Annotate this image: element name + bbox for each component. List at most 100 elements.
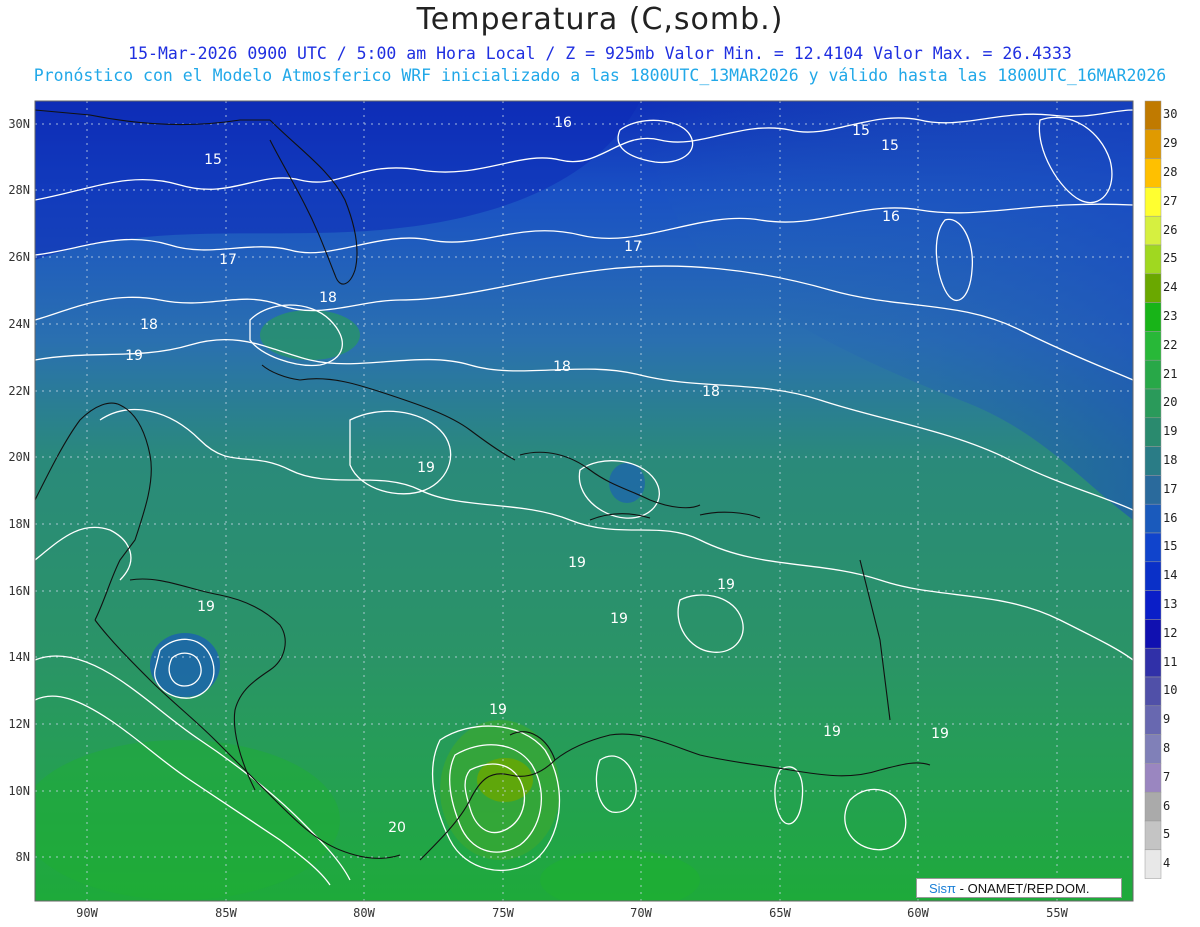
colorbar-label: 17	[1163, 481, 1178, 496]
lon-label: 90W	[76, 906, 98, 920]
lat-label: 26N	[8, 250, 30, 264]
colorbar-swatch	[1144, 849, 1162, 879]
colorbar-label: 26	[1163, 222, 1178, 237]
lon-label: 65W	[769, 906, 791, 920]
colorbar-label: 12	[1163, 625, 1178, 640]
contour-label: 19	[417, 460, 435, 476]
colorbar-label: 27	[1163, 193, 1178, 208]
contour-label: 19	[931, 726, 949, 742]
lat-label: 18N	[8, 517, 30, 531]
contour-label: 18	[702, 384, 720, 400]
contour-label: 15	[881, 138, 899, 154]
colorbar-swatch	[1144, 187, 1162, 217]
colorbar-label: 20	[1163, 395, 1178, 410]
colorbar-label: 7	[1163, 769, 1171, 784]
contour-label: 18	[553, 359, 571, 375]
lat-label: 30N	[8, 117, 30, 131]
lon-label: 80W	[353, 906, 375, 920]
lon-label: 85W	[215, 906, 237, 920]
lat-label: 28N	[8, 183, 30, 197]
colorbar-label: 11	[1163, 654, 1178, 669]
onamet-credit: - ONAMET/REP.DOM.	[959, 881, 1090, 896]
colorbar-swatch	[1144, 705, 1162, 735]
contour-label: 19	[823, 724, 841, 740]
colorbar-swatch	[1144, 446, 1162, 476]
lat-label: 20N	[8, 450, 30, 464]
contour-label: 20	[388, 820, 406, 836]
colorbar-swatch	[1144, 417, 1162, 447]
lat-label: 12N	[8, 717, 30, 731]
contour-label: 16	[882, 209, 900, 225]
colorbar-label: 14	[1163, 568, 1178, 583]
colorbar-label: 22	[1163, 337, 1178, 352]
colorbar-swatch	[1144, 215, 1162, 246]
contour-label: 19	[717, 577, 735, 593]
lat-label: 24N	[8, 317, 30, 331]
colorbar-swatch	[1144, 388, 1162, 419]
colorbar-swatch	[1144, 129, 1162, 159]
colorbar-label: 23	[1163, 309, 1178, 323]
sispi-logo: Sisπ	[929, 881, 957, 896]
colorbar-swatch	[1144, 763, 1162, 793]
colorbar-swatch	[1144, 791, 1162, 822]
colorbar-label: 5	[1163, 827, 1171, 842]
colorbar-swatch	[1144, 619, 1162, 649]
colorbar-swatch	[1144, 820, 1162, 851]
colorbar-label: 30	[1163, 107, 1178, 122]
lat-label: 16N	[8, 584, 30, 598]
contour-label: 17	[219, 252, 237, 268]
contour-label: 19	[610, 611, 628, 627]
lon-label: 60W	[907, 906, 929, 920]
colorbar-label: 28	[1163, 165, 1178, 179]
colorbar-label: 21	[1163, 366, 1178, 381]
colorbar-swatch	[1144, 273, 1162, 303]
colorbar-swatch	[1144, 734, 1162, 764]
colorbar-label: 16	[1163, 510, 1178, 525]
contour-label: 15	[852, 123, 870, 139]
colorbar	[1144, 100, 1162, 879]
colorbar-swatch	[1144, 302, 1162, 332]
colorbar-swatch	[1144, 244, 1162, 275]
colorbar-swatch	[1144, 158, 1162, 188]
colorbar-swatch	[1144, 561, 1162, 591]
lon-label: 55W	[1046, 906, 1068, 920]
lat-label: 22N	[8, 384, 30, 398]
contour-label: 17	[624, 239, 642, 255]
colorbar-label: 6	[1163, 798, 1171, 813]
colorbar-swatch	[1144, 475, 1162, 505]
colorbar-swatch	[1144, 359, 1162, 390]
lat-label: 8N	[15, 850, 30, 864]
temperature-map: 16 15 15 15 16 17 17 18 18 19 18 18 19 1…	[34, 100, 1162, 902]
colorbar-label: 13	[1163, 597, 1178, 611]
lat-label: 10N	[8, 784, 30, 798]
contour-label: 19	[568, 555, 586, 571]
colorbar-swatch	[1144, 532, 1162, 563]
colorbar-label: 15	[1163, 539, 1178, 554]
contour-label: 19	[125, 348, 143, 364]
contour-label: 18	[140, 317, 158, 333]
contour-label: 19	[489, 702, 507, 718]
colorbar-label: 8	[1163, 741, 1171, 755]
contour-label: 16	[554, 115, 572, 131]
colorbar-swatch	[1144, 100, 1162, 131]
colorbar-label: 4	[1163, 856, 1171, 871]
credit-badge: Sisπ - ONAMET/REP.DOM.	[916, 878, 1122, 898]
contour-label: 19	[197, 599, 215, 615]
colorbar-label: 9	[1163, 712, 1171, 727]
colorbar-swatch	[1144, 503, 1162, 534]
colorbar-swatch	[1144, 676, 1162, 707]
colorbar-label: 24	[1163, 280, 1178, 295]
lat-label: 14N	[8, 650, 30, 664]
colorbar-label: 10	[1163, 683, 1178, 698]
colorbar-swatch	[1144, 590, 1162, 620]
lon-label: 70W	[630, 906, 652, 920]
colorbar-label: 29	[1163, 136, 1178, 151]
colorbar-label: 25	[1163, 251, 1178, 266]
contour-label: 15	[204, 152, 222, 168]
lon-label: 75W	[492, 906, 514, 920]
contour-label: 18	[319, 290, 337, 306]
colorbar-label: 18	[1163, 453, 1178, 467]
colorbar-swatch	[1144, 647, 1162, 678]
colorbar-swatch	[1144, 331, 1162, 361]
colorbar-label: 19	[1163, 424, 1178, 439]
